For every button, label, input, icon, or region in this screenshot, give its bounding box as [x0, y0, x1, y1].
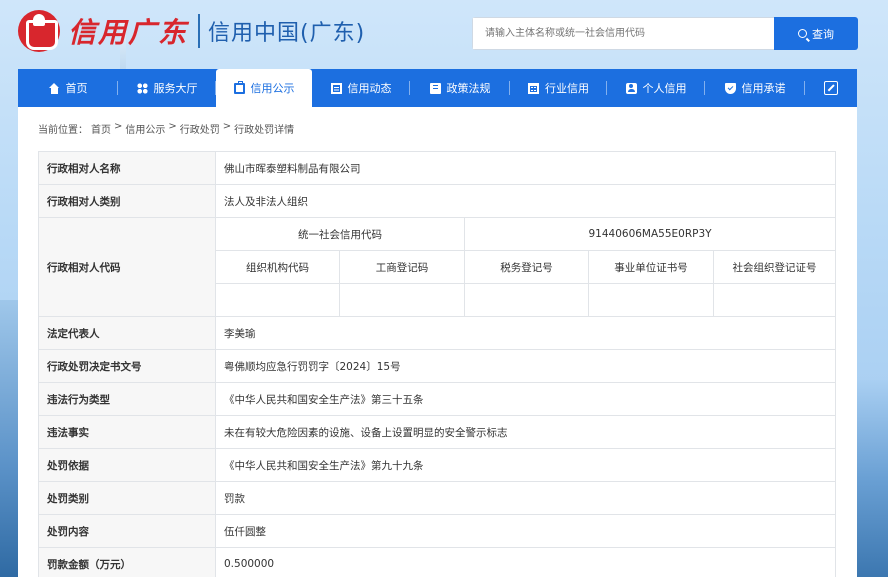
breadcrumb-separator: >	[222, 121, 232, 132]
grid-icon	[136, 82, 148, 94]
nav-item-label: 服务大厅	[153, 82, 198, 95]
table-row: 行政相对人代码 统一社会信用代码 91440606MA55E0RP3Y	[38, 217, 837, 317]
nav-item-credit-commitment[interactable]: 信用承诺	[705, 69, 805, 107]
search-input[interactable]	[472, 17, 774, 50]
field-label: 处罚内容	[38, 514, 216, 548]
social-org-cert-header: 社会组织登记证号	[712, 250, 837, 284]
field-label: 罚款金额（万元）	[38, 547, 216, 577]
nav-item-label: 政策法规	[446, 82, 491, 95]
tax-reg-value	[464, 283, 589, 317]
nav-item-credit-publicity[interactable]: 信用公示	[216, 69, 312, 107]
breadcrumb-item-penalty[interactable]: 行政处罚	[180, 121, 220, 137]
nav-item-label: 信用公示	[250, 82, 295, 95]
subject-type-value: 法人及非法人组织	[214, 184, 837, 218]
book-icon	[429, 82, 441, 94]
social-org-cert-value	[712, 283, 837, 317]
field-label: 处罚类别	[38, 481, 216, 515]
table-row: 行政相对人类别 法人及非法人组织	[38, 184, 837, 218]
fine-amount-value: 0.500000	[214, 547, 837, 577]
main-content: 当前位置： 首页 > 信用公示 > 行政处罚 > 行政处罚详情 行政相对人名称 …	[18, 107, 857, 577]
main-nav: 首页 服务大厅 信用公示 信用动态 政策法规 行业信用 个人信用 信用承诺	[18, 69, 857, 107]
table-row: 行政处罚决定书文号 粤佛顺均应急行罚罚字〔2024〕15号	[38, 349, 837, 383]
briefcase-icon	[233, 80, 245, 94]
table-row: 罚款金额（万元） 0.500000	[38, 547, 837, 577]
field-label: 法定代表人	[38, 316, 216, 350]
penalty-basis-value: 《中华人民共和国安全生产法》第九十九条	[214, 448, 837, 482]
field-label: 行政处罚决定书文号	[38, 349, 216, 383]
nav-item-label: 信用动态	[347, 82, 392, 95]
person-card-icon	[625, 82, 637, 94]
table-row: 处罚类别 罚款	[38, 481, 837, 515]
business-reg-header: 工商登记码	[339, 250, 465, 284]
nav-item-label: 行业信用	[545, 82, 589, 95]
document-icon	[330, 82, 342, 94]
breadcrumb-separator: >	[114, 121, 123, 132]
expand-icon	[824, 81, 838, 95]
breadcrumb-item-credit-publicity[interactable]: 信用公示	[125, 121, 165, 137]
logo-divider	[198, 14, 201, 48]
field-label: 行政相对人名称	[38, 151, 216, 185]
nav-item-label: 首页	[65, 82, 88, 95]
breadcrumb-prefix: 当前位置：	[38, 125, 88, 136]
nav-item-home[interactable]: 首页	[18, 69, 118, 107]
penalty-detail-table: 行政相对人名称 佛山市晖泰塑料制品有限公司 行政相对人类别 法人及非法人组织 行…	[38, 151, 837, 577]
institution-cert-value	[588, 283, 714, 317]
breadcrumb: 当前位置： 首页 > 信用公示 > 行政处罚 > 行政处罚详情	[38, 121, 835, 137]
field-label: 处罚依据	[38, 448, 216, 482]
search-bar: 查询	[472, 17, 858, 50]
legal-rep-value: 李美瑜	[214, 316, 837, 350]
search-icon	[798, 29, 807, 38]
nav-item-label: 信用承诺	[741, 82, 786, 95]
field-label: 违法行为类型	[38, 382, 216, 416]
table-row: 处罚依据 《中华人民共和国安全生产法》第九十九条	[38, 448, 837, 482]
org-code-header: 组织机构代码	[215, 250, 340, 284]
site-logo[interactable]: 信用广东 信用中国(广东)	[18, 10, 365, 52]
penalty-category-value: 罚款	[214, 481, 837, 515]
shield-icon	[724, 82, 736, 94]
nav-item-industry-credit[interactable]: 行业信用	[510, 69, 607, 107]
violation-facts-value: 未在有较大危险因素的设施、设备上设置明显的安全警示标志	[214, 415, 837, 449]
logo-emblem-icon	[18, 10, 60, 52]
table-row: 违法事实 未在有较大危险因素的设施、设备上设置明显的安全警示标志	[38, 415, 837, 449]
decision-no-value: 粤佛顺均应急行罚罚字〔2024〕15号	[214, 349, 837, 383]
table-row: 违法行为类型 《中华人民共和国安全生产法》第三十五条	[38, 382, 837, 416]
field-label: 行政相对人类别	[38, 184, 216, 218]
org-code-value	[215, 283, 340, 317]
nav-item-policies[interactable]: 政策法规	[410, 69, 510, 107]
business-reg-value	[339, 283, 465, 317]
logo-script-text: 信用广东	[68, 16, 189, 49]
nav-item-label: 个人信用	[642, 82, 687, 95]
table-row: 行政相对人名称 佛山市晖泰塑料制品有限公司	[38, 151, 837, 185]
nav-item-service-hall[interactable]: 服务大厅	[118, 69, 216, 107]
nav-item-personal-credit[interactable]: 个人信用	[607, 69, 705, 107]
nav-item-credit-news[interactable]: 信用动态	[312, 69, 410, 107]
subject-name-value: 佛山市晖泰塑料制品有限公司	[214, 151, 837, 185]
uscc-label: 统一社会信用代码	[215, 217, 465, 251]
uscc-value: 91440606MA55E0RP3Y	[463, 217, 837, 251]
table-row: 处罚内容 伍仟圆整	[38, 514, 837, 548]
tax-reg-header: 税务登记号	[464, 250, 589, 284]
breadcrumb-item-home[interactable]: 首页	[91, 121, 111, 137]
building-icon	[528, 82, 539, 94]
home-icon	[48, 82, 60, 94]
field-label: 违法事实	[38, 415, 216, 449]
penalty-content-value: 伍仟圆整	[214, 514, 837, 548]
header: 信用广东 信用中国(广东) 查询	[0, 0, 888, 68]
breadcrumb-separator: >	[168, 121, 177, 132]
background-skyline-left	[0, 300, 20, 577]
field-label: 行政相对人代码	[38, 217, 216, 317]
institution-cert-header: 事业单位证书号	[588, 250, 714, 284]
breadcrumb-item-penalty-detail: 行政处罚详情	[234, 125, 295, 136]
site-title: 信用中国(广东)	[208, 21, 366, 46]
violation-type-value: 《中华人民共和国安全生产法》第三十五条	[214, 382, 837, 416]
search-button-label: 查询	[812, 27, 834, 41]
search-button[interactable]: 查询	[774, 17, 858, 50]
table-row: 法定代表人 李美瑜	[38, 316, 837, 350]
nav-expand-button[interactable]	[805, 69, 857, 107]
